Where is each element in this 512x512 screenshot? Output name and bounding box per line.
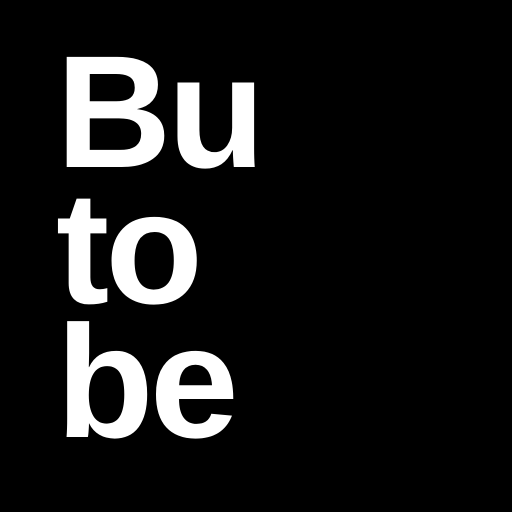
logo-line-1: Bu	[56, 22, 265, 201]
logo-line-3: be	[56, 292, 239, 471]
logo-line-2: to	[56, 158, 203, 337]
butobe-logo: Bu to be	[0, 0, 512, 512]
